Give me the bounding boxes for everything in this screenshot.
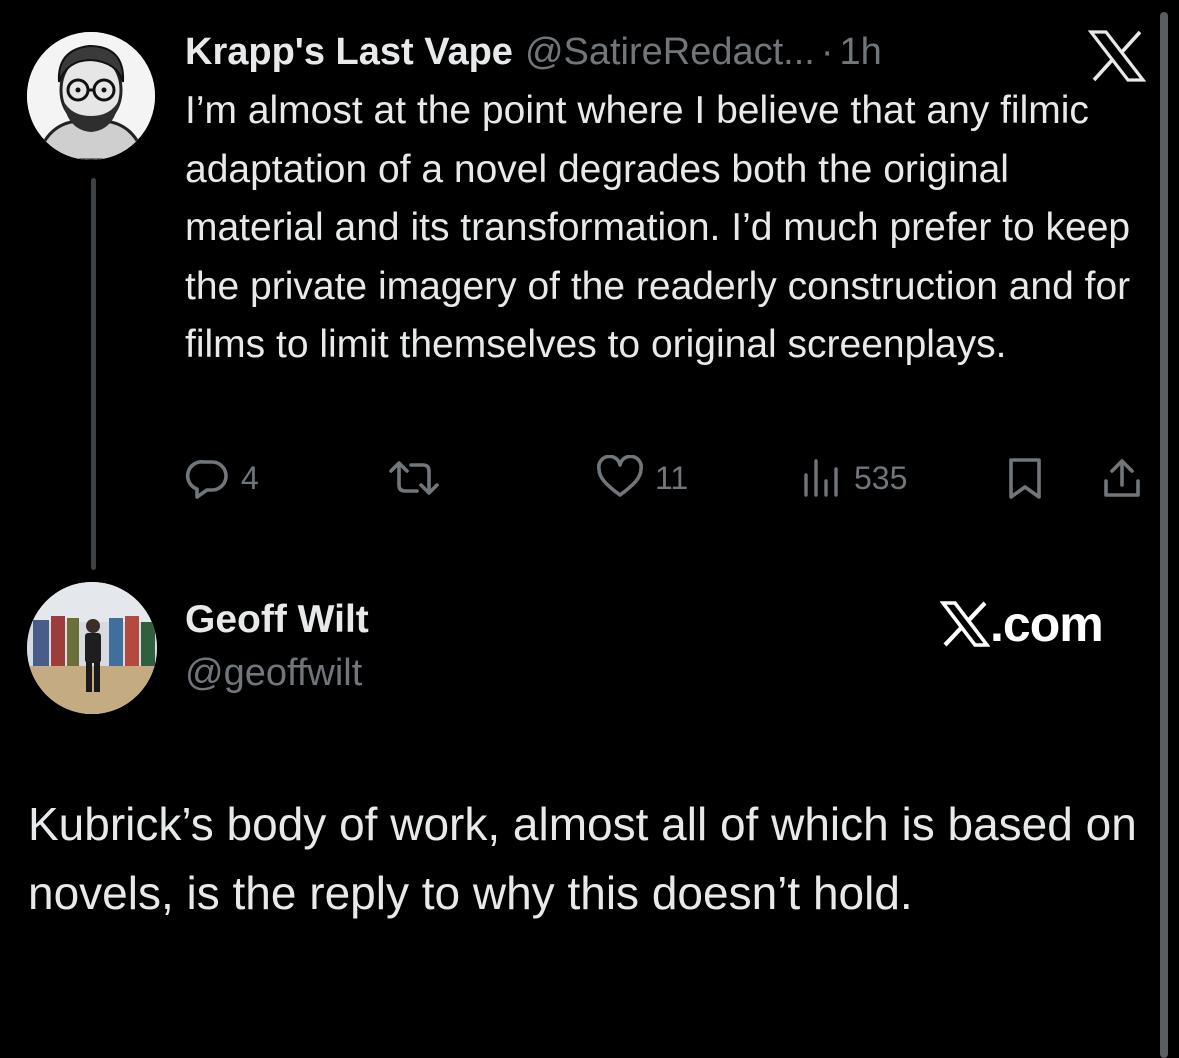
reply-text: Kubrick’s body of work, almost all of wh…: [28, 798, 1137, 919]
tweet-text: I’m almost at the point where I believe …: [185, 89, 1131, 366]
author-name[interactable]: Krapp's Last Vape: [185, 31, 513, 74]
avatar-photo: [27, 582, 157, 714]
x-com-label: .com: [990, 596, 1104, 652]
author-avatar[interactable]: [27, 32, 155, 160]
bookmark-button[interactable]: [1003, 450, 1047, 506]
share-button[interactable]: [1100, 450, 1144, 506]
reply-author-name[interactable]: Geoff Wilt: [185, 598, 369, 642]
like-count: 11: [655, 459, 689, 496]
author-handle[interactable]: @SatireRedact...: [525, 31, 815, 74]
like-button[interactable]: 11: [595, 450, 688, 506]
scrollbar[interactable]: [1160, 12, 1168, 1058]
avatar-illustration: [27, 32, 155, 160]
reply-author-handle[interactable]: @geoffwilt: [185, 652, 362, 695]
views-icon: [804, 459, 838, 497]
views-button[interactable]: 535: [800, 450, 907, 506]
header-separator: ·: [820, 30, 834, 73]
thread-connector-line: [91, 178, 96, 570]
share-icon: [1104, 459, 1140, 497]
x-logo-icon[interactable]: [1087, 30, 1147, 82]
reply-button[interactable]: 4: [185, 450, 259, 506]
views-count: 535: [854, 459, 908, 496]
x-logo-icon: [940, 601, 990, 647]
retweet-icon: [389, 461, 439, 495]
bookmark-icon: [1009, 458, 1041, 499]
reply-icon: [185, 460, 228, 499]
tweet-timestamp[interactable]: 1h: [840, 31, 882, 74]
reply-author-avatar[interactable]: [27, 582, 157, 714]
x-com-logo: .com: [940, 594, 1104, 654]
retweet-button[interactable]: [385, 450, 453, 506]
reply-count: 4: [241, 459, 259, 496]
tweet-header: Krapp's Last Vape @SatireRedact... · 1h: [185, 24, 882, 80]
heart-icon: [597, 455, 643, 497]
tweet-action-bar: 4 11 535: [185, 450, 1150, 506]
